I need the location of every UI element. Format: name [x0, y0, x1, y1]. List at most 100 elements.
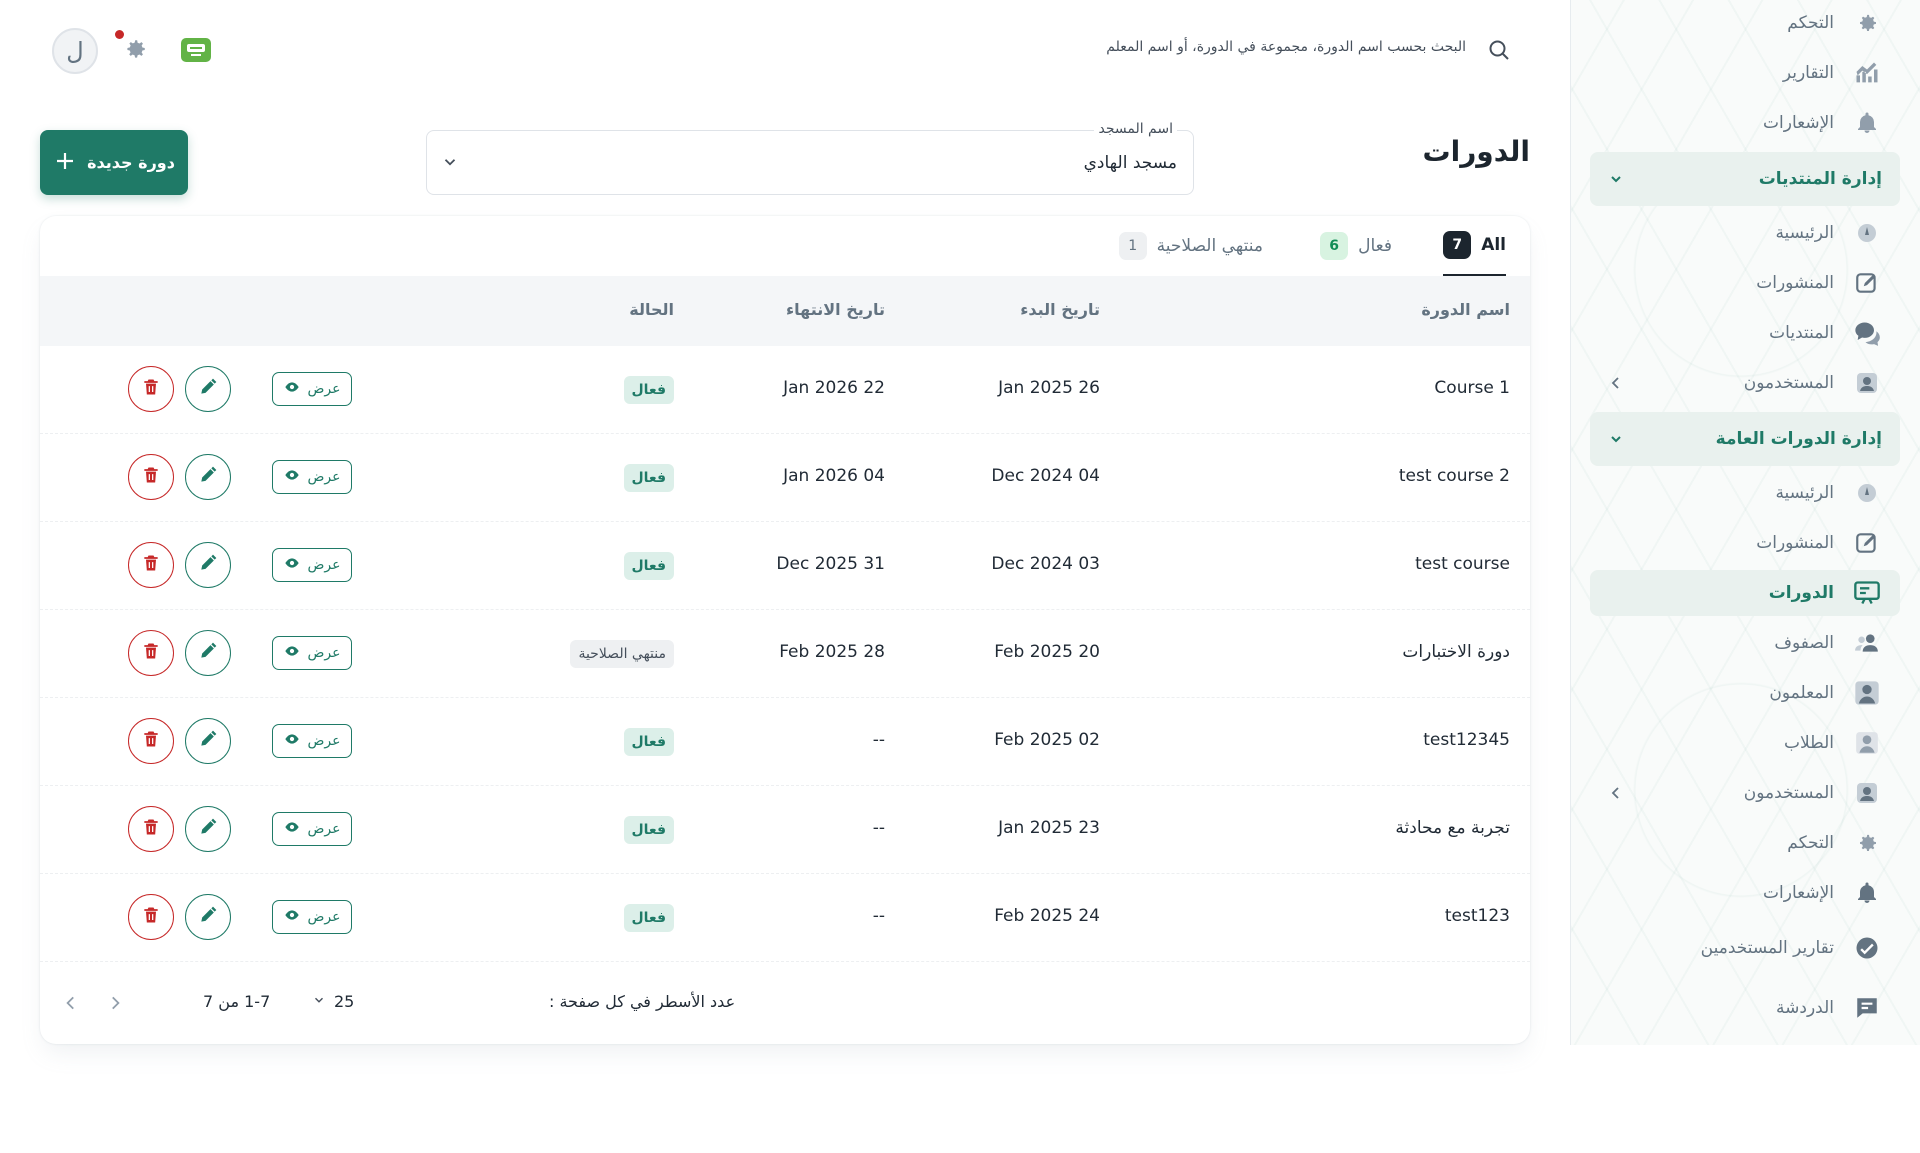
sidebar-item-label: التحكم [1787, 833, 1834, 853]
end-date: -- [872, 818, 885, 838]
pagination: عدد الأسطر في كل صفحة : 25 1-7 من 7 [40, 964, 1530, 1044]
edit-icon [1852, 268, 1882, 298]
app-switcher-icon[interactable] [181, 38, 211, 62]
trash-icon [141, 553, 161, 577]
view-button[interactable]: عرض [272, 812, 352, 846]
plus-icon [53, 149, 77, 177]
sidebar-item-label: الدردشة [1776, 998, 1834, 1018]
edit-button[interactable] [185, 630, 231, 676]
eye-icon [284, 819, 300, 839]
delete-button[interactable] [128, 366, 174, 412]
delete-button[interactable] [128, 894, 174, 940]
eye-icon [284, 643, 300, 663]
status-tabs: All 7 فعال 6 منتهي الصلاحية 1 [40, 216, 1530, 276]
gear-icon [1852, 8, 1882, 38]
edit-button[interactable] [185, 542, 231, 588]
mosque-select[interactable]: اسم المسجد مسجد الهادي [426, 121, 1194, 195]
avatar[interactable]: ل [52, 28, 98, 74]
sidebar-item-notifications[interactable]: الإشعارات [1590, 100, 1900, 146]
column-header-status[interactable]: الحالة [629, 300, 674, 319]
prev-page-button[interactable] [62, 994, 80, 1012]
course-name: test course 2 [1398, 466, 1510, 486]
trash-icon [141, 905, 161, 929]
table-header: اسم الدورة تاريخ البدء تاريخ الانتهاء ال… [40, 276, 1530, 346]
eye-icon [284, 907, 300, 927]
delete-button[interactable] [128, 542, 174, 588]
edit-button[interactable] [185, 366, 231, 412]
view-button[interactable]: عرض [272, 636, 352, 670]
column-header-end[interactable]: تاريخ الانتهاء [786, 300, 885, 319]
sidebar-item-students[interactable]: الطلاب [1590, 720, 1900, 766]
edit-button[interactable] [185, 454, 231, 500]
view-button[interactable]: عرض [272, 548, 352, 582]
pencil-icon [198, 817, 218, 841]
sidebar-group-public-courses[interactable]: إدارة الدورات العامة [1590, 412, 1900, 466]
sidebar-item-label: المنشورات [1756, 533, 1834, 553]
course-name: Course 1 [1434, 378, 1510, 398]
edit-button[interactable] [185, 806, 231, 852]
sidebar-item-user-reports[interactable]: تقارير المستخدمين [1590, 925, 1900, 971]
sidebar-item-label: المعلمون [1769, 683, 1834, 703]
delete-button[interactable] [128, 454, 174, 500]
sidebar-item-users[interactable]: المستخدمون [1590, 770, 1900, 816]
sidebar-item-label: الصفوف [1774, 633, 1834, 653]
sidebar-item-forums-home[interactable]: الرئيسية [1590, 210, 1900, 256]
sidebar-item-forums[interactable]: المنتديات [1590, 310, 1900, 356]
next-page-button[interactable] [106, 994, 124, 1012]
view-label: عرض [307, 557, 341, 573]
sidebar-item-classes[interactable]: الصفوف [1590, 620, 1900, 666]
tab-active[interactable]: فعال 6 [1320, 216, 1392, 276]
notification-dot [115, 30, 124, 39]
view-label: عرض [307, 381, 341, 397]
column-header-start[interactable]: تاريخ البدء [1020, 300, 1100, 319]
chevron-down-icon [441, 153, 459, 171]
status-badge: فعال [623, 728, 674, 756]
view-button[interactable]: عرض [272, 724, 352, 758]
status-badge: فعال [623, 464, 674, 492]
trash-icon [141, 817, 161, 841]
search-input[interactable]: البحث بحسب اسم الدورة، مجموعة في الدورة،… [1106, 39, 1466, 55]
eye-icon [284, 467, 300, 487]
chevron-left-icon [1608, 785, 1624, 801]
status-badge: فعال [623, 904, 674, 932]
settings-gear-icon[interactable] [122, 36, 148, 62]
sidebar-item-forums-posts[interactable]: المنشورات [1590, 260, 1900, 306]
status-badge: منتهي الصلاحية [570, 640, 674, 668]
rows-per-page-select[interactable]: 25 [312, 992, 354, 1011]
delete-button[interactable] [128, 806, 174, 852]
report-icon [1852, 933, 1882, 963]
pencil-icon [198, 553, 218, 577]
view-button[interactable]: عرض [272, 460, 352, 494]
search-icon[interactable] [1487, 38, 1511, 62]
course-name: test12345 [1423, 730, 1510, 750]
sidebar-item-forums-users[interactable]: المستخدمون [1590, 360, 1900, 406]
sidebar-item-alerts[interactable]: الإشعارات [1590, 870, 1900, 916]
sidebar-item-teachers[interactable]: المعلمون [1590, 670, 1900, 716]
edit-button[interactable] [185, 718, 231, 764]
sidebar-item-courses-home[interactable]: الرئيسية [1590, 470, 1900, 516]
view-button[interactable]: عرض [272, 372, 352, 406]
sidebar-item-chat[interactable]: الدردشة [1590, 985, 1900, 1031]
page-title: الدورات [1422, 135, 1530, 168]
sidebar-item-courses[interactable]: الدورات [1590, 570, 1900, 616]
sidebar-item-label: التقارير [1782, 63, 1834, 83]
class-icon [1852, 628, 1882, 658]
start-date: Jan 2025 26 [998, 378, 1100, 398]
new-course-button[interactable]: دورة جديدة [40, 130, 188, 195]
view-button[interactable]: عرض [272, 900, 352, 934]
column-header-name[interactable]: اسم الدورة [1421, 300, 1510, 319]
tab-all[interactable]: All 7 [1443, 216, 1506, 276]
sidebar-item-control[interactable]: التحكم [1590, 0, 1900, 46]
delete-button[interactable] [128, 630, 174, 676]
tab-expired[interactable]: منتهي الصلاحية 1 [1118, 216, 1263, 276]
sidebar-item-label: الطلاب [1784, 733, 1834, 753]
mosque-select-label: اسم المسجد [1094, 121, 1177, 137]
sidebar-item-courses-posts[interactable]: المنشورات [1590, 520, 1900, 566]
home-icon [1852, 218, 1882, 248]
sidebar-group-forums[interactable]: إدارة المنتديات [1590, 152, 1900, 206]
sidebar-item-settings[interactable]: التحكم [1590, 820, 1900, 866]
sidebar-item-reports[interactable]: التقارير [1590, 50, 1900, 96]
edit-button[interactable] [185, 894, 231, 940]
sidebar-item-label: الدورات [1768, 583, 1834, 603]
delete-button[interactable] [128, 718, 174, 764]
